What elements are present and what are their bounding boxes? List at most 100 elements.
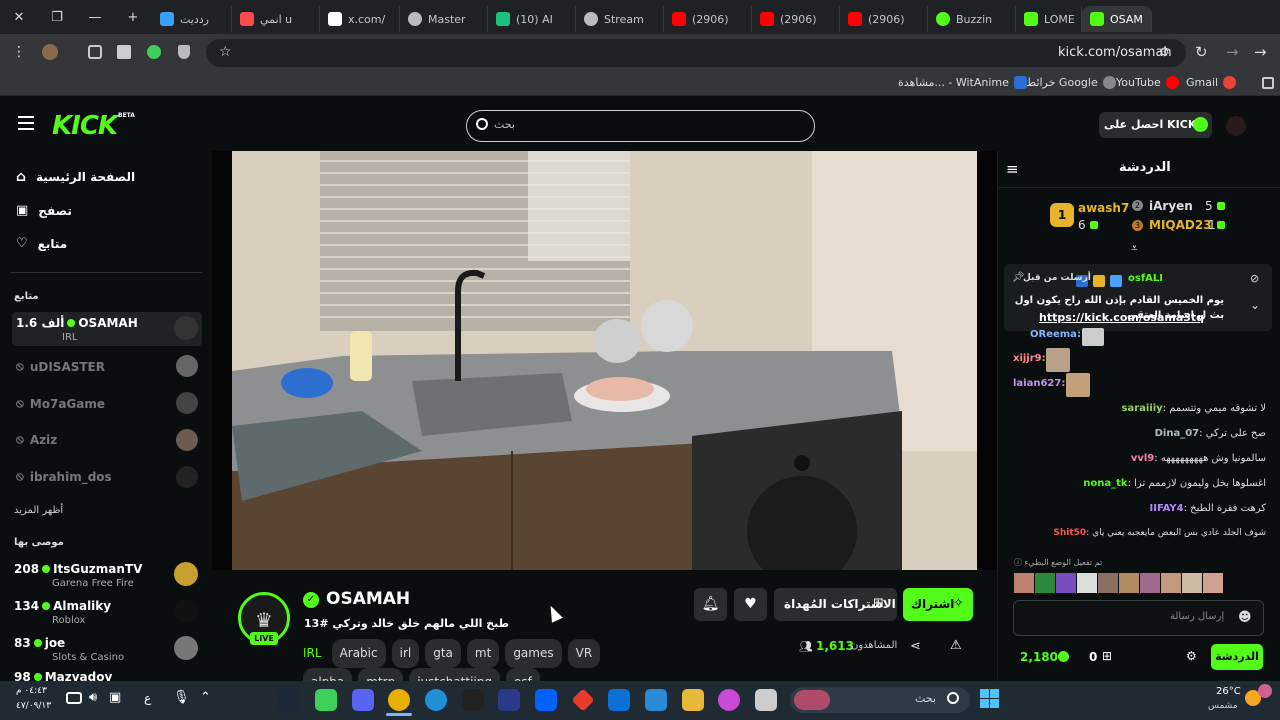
streamer-name[interactable]: OSAMAH — [326, 589, 410, 609]
show-more-link[interactable]: أظهر المزيد — [14, 505, 63, 516]
chrome-icon[interactable] — [388, 689, 410, 711]
browser-tab[interactable]: x.com/ — [320, 6, 400, 32]
browser-tab[interactable]: (2906) — [752, 6, 840, 32]
chat-input[interactable] — [1013, 600, 1264, 636]
discord-icon[interactable] — [352, 689, 374, 711]
sidebar-item-following[interactable]: ♡ متابع — [16, 236, 67, 251]
gift-icon[interactable]: ⊞ — [1102, 649, 1112, 663]
collapse-chat-icon[interactable]: ≡ — [1006, 160, 1019, 178]
gift-subs-button[interactable]: الاشتراكات المُهداة ⊞ — [774, 588, 897, 621]
browser-tab[interactable]: Buzzin — [928, 6, 1016, 32]
following-channel[interactable]: ⦸ ibrahim_dos — [16, 469, 112, 484]
chat-settings-icon[interactable]: ⚙ — [1186, 649, 1197, 663]
all-bookmarks-icon[interactable] — [1262, 77, 1274, 89]
app-icon[interactable] — [755, 689, 777, 711]
pinned-link[interactable]: https://kick.com/osama3tq — [1039, 311, 1204, 324]
clock-date[interactable]: ٤٧/٠٩/١٣ — [16, 701, 51, 711]
bookmark-witanime[interactable]: مشاهدة... - WitAnime — [898, 76, 1027, 89]
video-player[interactable] — [212, 151, 997, 586]
copilot-icon[interactable] — [718, 689, 740, 711]
reload-icon[interactable]: ↻ — [1195, 43, 1208, 61]
following-channel[interactable]: ⦸ Mo7aGame — [16, 396, 105, 411]
user-avatar[interactable] — [1226, 116, 1246, 136]
network-icon[interactable]: ▣ — [109, 690, 121, 705]
volume-icon[interactable]: 🔊︎ — [89, 690, 97, 705]
new-tab-icon[interactable]: + — [114, 0, 152, 34]
bookmark-youtube[interactable]: YouTube — [1116, 76, 1179, 89]
browser-tab[interactable]: انمي u — [232, 6, 320, 32]
weather-temp[interactable]: 26°C — [1216, 686, 1241, 697]
tag[interactable]: VR — [567, 639, 601, 668]
edge-icon[interactable] — [425, 689, 447, 711]
microphone-icon[interactable]: 🎙︎ — [173, 690, 190, 705]
share-icon[interactable]: ⋖ — [910, 639, 921, 654]
pinned-user[interactable]: osfALI — [1128, 273, 1163, 284]
emote[interactable] — [1098, 573, 1118, 593]
emote[interactable] — [1056, 573, 1076, 593]
windows-start-icon[interactable] — [980, 689, 1000, 709]
menu-dots-icon[interactable]: ⋮ — [12, 44, 26, 60]
emote[interactable] — [1161, 573, 1181, 593]
profile-avatar[interactable] — [42, 44, 58, 60]
chevron-down-icon[interactable]: ⌄ — [1250, 298, 1260, 312]
chat-username[interactable]: OReema: — [1030, 329, 1081, 340]
recommended-channel[interactable]: 83 joe Slots & Casino — [2, 632, 198, 666]
browser-tab[interactable]: Master — [400, 6, 488, 32]
emote[interactable] — [1119, 573, 1139, 593]
sidebar-item-browse[interactable]: ▣ تصفح — [16, 203, 72, 218]
follow-button[interactable]: ♥ — [734, 588, 767, 621]
browser-tab[interactable]: Stream — [576, 6, 664, 32]
browser-tab[interactable]: (2906) — [664, 6, 752, 32]
leader-name[interactable]: MIQAD23 — [1149, 218, 1212, 232]
language-indicator[interactable]: ع — [144, 691, 151, 705]
expand-leaderboard-icon[interactable]: ⩡ — [1131, 241, 1138, 256]
clock-time[interactable]: ٠٤:٤٣ م — [16, 686, 47, 696]
recommended-channel[interactable]: 134 Almaliky Roblox — [2, 595, 198, 629]
app-icon[interactable] — [498, 689, 520, 711]
hamburger-menu-icon[interactable] — [18, 116, 34, 130]
recommended-channel[interactable]: 98 Mazvadov — [2, 668, 192, 681]
subscribe-button[interactable]: اشتراك ✧ — [903, 588, 973, 621]
epic-games-icon[interactable] — [462, 689, 484, 711]
extension-badge-icon[interactable] — [147, 45, 161, 59]
kick-logo[interactable]: KICK — [52, 111, 118, 141]
tag[interactable]: games — [505, 639, 562, 668]
notification-avatar[interactable] — [1258, 684, 1272, 698]
emoji-icon[interactable]: ☻ — [1238, 610, 1252, 625]
sidebar-item-home[interactable]: ⌂ الصفحة الرئيسية — [16, 169, 135, 185]
site-settings-icon[interactable]: ⚙ — [1159, 45, 1170, 59]
omnibox[interactable] — [206, 39, 1186, 67]
emote[interactable] — [1203, 573, 1223, 593]
browser-tab[interactable]: ردديت — [152, 6, 232, 32]
browser-tab-active[interactable]: OSAM — [1082, 6, 1152, 32]
browser-tab[interactable]: (2906) — [840, 6, 928, 32]
bookmark-maps[interactable]: خرائط Google — [1026, 76, 1116, 89]
notification-bell-button[interactable]: 🔔︎ — [694, 588, 727, 621]
hide-pin-icon[interactable]: ⊘ — [1250, 272, 1259, 285]
browser-tab[interactable]: (10) AI — [488, 6, 576, 32]
steam-icon[interactable] — [278, 689, 300, 711]
tag[interactable]: Arabic — [331, 639, 386, 668]
app-icon[interactable] — [315, 689, 337, 711]
emote[interactable] — [1140, 573, 1160, 593]
emote[interactable] — [1077, 573, 1097, 593]
emote[interactable] — [1014, 573, 1034, 593]
emote[interactable] — [1182, 573, 1202, 593]
shield-icon[interactable] — [178, 45, 190, 59]
report-warning-icon[interactable]: ⚠ — [950, 638, 962, 653]
recommended-channel[interactable]: 208 ItsGuzmanTV Garena Free Fire — [2, 558, 198, 592]
chat-username[interactable]: laian627: — [1013, 378, 1065, 389]
minimize-window-icon[interactable]: — — [76, 0, 114, 34]
back-icon[interactable]: → — [1254, 43, 1267, 61]
category-tag[interactable]: IRL — [303, 639, 322, 668]
chevron-up-icon[interactable]: ⌃ — [200, 690, 211, 705]
battery-icon[interactable] — [66, 692, 82, 704]
search-input[interactable] — [466, 110, 815, 142]
mail-icon[interactable] — [608, 689, 630, 711]
emote[interactable] — [1035, 573, 1055, 593]
send-chat-button[interactable]: الدردشة — [1211, 644, 1263, 670]
restore-window-icon[interactable]: ❐ — [38, 0, 76, 34]
star-bookmark-icon[interactable]: ☆ — [219, 44, 232, 60]
file-explorer-icon[interactable] — [682, 689, 704, 711]
browser-tab[interactable]: LOME — [1016, 6, 1082, 32]
